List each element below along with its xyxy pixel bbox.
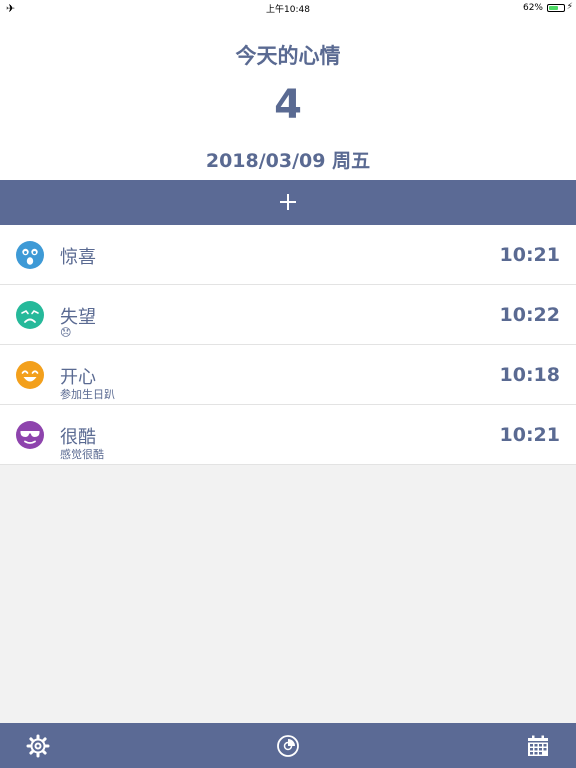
status-bar: ✈ 上午10:48 62% ⚡ xyxy=(0,0,576,18)
list-item[interactable]: 开心 参加生日趴 10:18 xyxy=(0,345,576,405)
current-date: 2018/03/09 周五 xyxy=(205,150,371,172)
happy-face-icon xyxy=(16,361,44,389)
mood-count: 4 xyxy=(274,82,302,128)
battery-icon xyxy=(547,4,565,12)
mood-note: 😞 xyxy=(60,326,72,339)
add-mood-button[interactable] xyxy=(0,180,576,225)
bottom-tab-bar xyxy=(0,723,576,768)
page-title: 今天的心情 xyxy=(235,44,341,68)
mood-time: 10:21 xyxy=(499,244,560,266)
list-item[interactable]: 惊喜 10:21 xyxy=(0,225,576,285)
settings-gear-icon[interactable] xyxy=(26,734,50,758)
mood-summary-header: 今天的心情 4 2018/03/09 周五 xyxy=(0,18,576,180)
mood-note: 参加生日趴 xyxy=(60,388,115,401)
plus-icon xyxy=(278,192,298,212)
mood-list: 惊喜 10:21 失望 😞 10:22 开心 参加生日趴 10:18 很酷 感觉… xyxy=(0,225,576,465)
disappointed-face-icon xyxy=(16,301,44,329)
list-item[interactable]: 失望 😞 10:22 xyxy=(0,285,576,345)
mood-time: 10:18 xyxy=(499,364,560,386)
surprised-face-icon xyxy=(16,241,44,269)
cool-face-icon xyxy=(16,421,44,449)
battery-percent: 62% xyxy=(522,3,543,13)
list-item[interactable]: 很酷 感觉很酷 10:21 xyxy=(0,405,576,465)
mood-time: 10:22 xyxy=(499,304,560,326)
charging-icon: ⚡ xyxy=(566,2,573,12)
calendar-icon[interactable] xyxy=(526,734,550,758)
mood-label: 惊喜 xyxy=(60,247,96,268)
mood-time: 10:21 xyxy=(499,424,560,446)
stats-chart-icon[interactable] xyxy=(276,734,300,758)
status-time: 上午10:48 xyxy=(266,5,310,15)
mood-note: 感觉很酷 xyxy=(60,448,104,461)
